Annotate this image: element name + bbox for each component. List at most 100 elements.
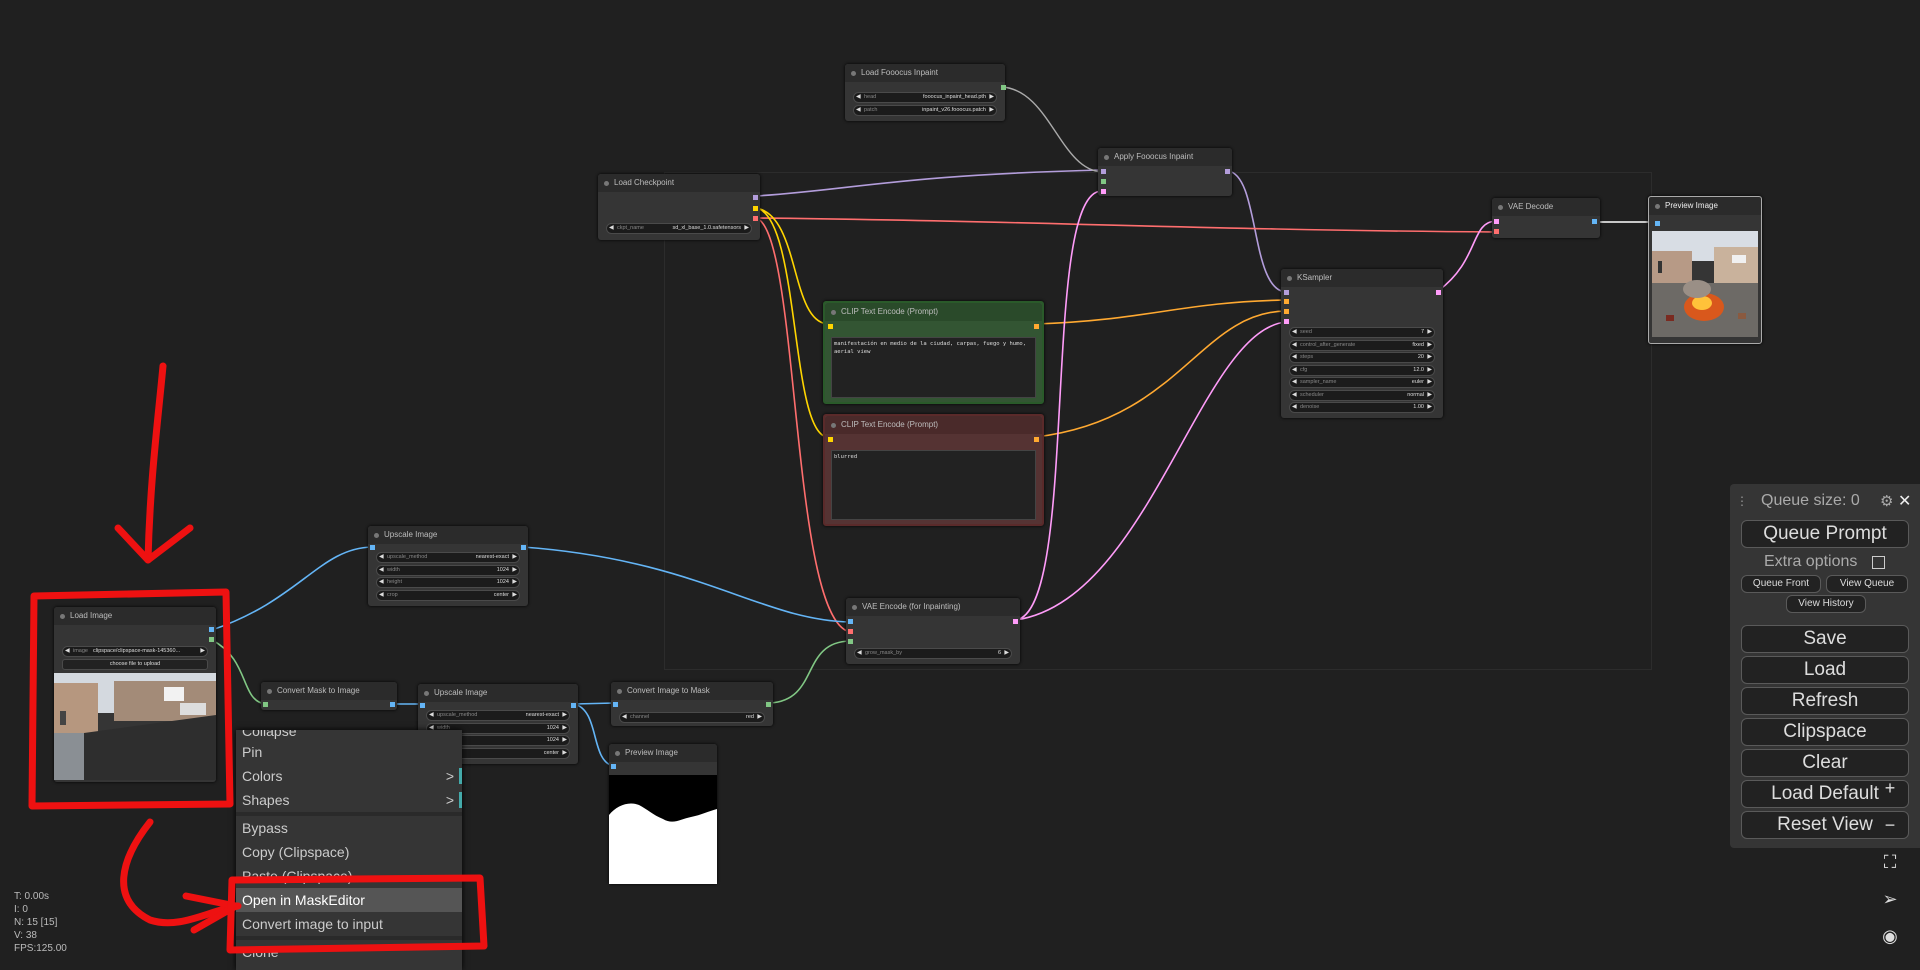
arrow-left-icon[interactable]: ◀ — [1292, 391, 1297, 400]
queue-prompt-button[interactable]: Queue Prompt — [1741, 520, 1909, 548]
arrow-left-icon[interactable]: ◀ — [856, 106, 861, 115]
menu-item-clone[interactable]: Clone — [236, 940, 462, 964]
output-port[interactable] — [209, 627, 214, 632]
input-port[interactable] — [828, 437, 833, 442]
input-port[interactable] — [1284, 319, 1289, 324]
patch-widget[interactable]: ◀ patch inpaint_v26.fooocus.patch ▶ — [853, 105, 997, 116]
menu-item-convert-image-to-input[interactable]: Convert image to input — [236, 912, 462, 936]
arrow-left-icon[interactable]: ◀ — [1292, 353, 1297, 362]
widget-crop[interactable]: ◀cropcenter▶ — [376, 589, 520, 601]
collapse-dot-icon[interactable] — [617, 689, 622, 694]
negative-prompt-textarea[interactable]: blurred — [831, 450, 1036, 520]
arrow-right-icon[interactable]: ▶ — [1427, 366, 1432, 375]
arrow-left-icon[interactable]: ◀ — [1292, 378, 1297, 387]
zoom-in-icon[interactable]: + — [1870, 771, 1910, 805]
send-arrow-icon[interactable]: ➢ — [1870, 882, 1910, 916]
arrow-left-icon[interactable]: ◀ — [1292, 328, 1297, 337]
arrow-left-icon[interactable]: ◀ — [65, 647, 70, 656]
output-port[interactable] — [766, 702, 771, 707]
collapse-dot-icon[interactable] — [1655, 204, 1660, 209]
arrow-right-icon[interactable]: ▶ — [989, 93, 994, 102]
positive-prompt-textarea[interactable]: manifestación en medio de la ciudad, car… — [831, 337, 1036, 398]
arrow-left-icon[interactable]: ◀ — [379, 578, 384, 587]
collapse-dot-icon[interactable] — [424, 691, 429, 696]
arrow-right-icon[interactable]: ▶ — [1427, 341, 1432, 350]
widget-upscale-method[interactable]: ◀ upscale_method nearest-exact ▶ — [376, 552, 520, 563]
input-port[interactable] — [1284, 290, 1289, 295]
input-port[interactable] — [1101, 169, 1106, 174]
arrow-left-icon[interactable]: ◀ — [856, 93, 861, 102]
menu-item-pin[interactable]: Pin — [236, 740, 462, 764]
grow-mask-by-widget[interactable]: ◀ grow_mask_by 6 ▶ — [854, 648, 1012, 659]
input-port[interactable] — [1494, 229, 1499, 234]
output-port[interactable] — [753, 195, 758, 200]
widget-cfg[interactable]: ◀ cfg 12.0 ▶ — [1289, 364, 1435, 376]
arrow-right-icon[interactable]: ▶ — [562, 711, 567, 720]
output-port[interactable] — [753, 206, 758, 211]
arrow-right-icon[interactable]: ▶ — [512, 566, 517, 575]
arrow-right-icon[interactable]: ▶ — [744, 224, 749, 233]
arrow-left-icon[interactable]: ◀ — [379, 553, 384, 562]
eye-icon[interactable]: ◉ — [1870, 919, 1910, 953]
arrow-right-icon[interactable]: ▶ — [1427, 353, 1432, 362]
collapse-dot-icon[interactable] — [604, 181, 609, 186]
refresh-button[interactable]: Refresh — [1741, 687, 1909, 715]
collapse-dot-icon[interactable] — [851, 71, 856, 76]
arrow-right-icon[interactable]: ▶ — [562, 749, 567, 758]
queue-front-button[interactable]: Queue Front — [1741, 575, 1821, 593]
arrow-right-icon[interactable]: ▶ — [562, 736, 567, 745]
widget-denoise[interactable]: ◀ denoise 1.00 ▶ — [1289, 402, 1435, 413]
input-port[interactable] — [848, 619, 853, 624]
menu-item-collapse[interactable]: Collapse — [236, 730, 462, 740]
node-vae-encode-inpainting[interactable]: VAE Encode (for Inpainting) ◀ grow_mask_b… — [846, 598, 1020, 664]
arrow-right-icon[interactable]: ▶ — [512, 578, 517, 587]
clipspace-button[interactable]: Clipspace — [1741, 718, 1909, 746]
widget-seed[interactable]: ◀ seed 7 ▶ — [1289, 327, 1435, 338]
output-port[interactable] — [521, 545, 526, 550]
arrow-right-icon[interactable]: ▶ — [1427, 391, 1432, 400]
arrow-right-icon[interactable]: ▶ — [1004, 649, 1009, 658]
widget-sampler-name[interactable]: ◀ sampler_name euler ▶ — [1289, 377, 1435, 388]
node-preview-image-mask[interactable]: Preview Image — [609, 744, 717, 884]
arrow-right-icon[interactable]: ▶ — [200, 647, 205, 656]
image-select-widget[interactable]: ◀ image clipspace/clipspace-mask-145360...… — [62, 646, 208, 657]
collapse-dot-icon[interactable] — [267, 689, 272, 694]
arrow-right-icon[interactable]: ▶ — [512, 553, 517, 562]
arrow-left-icon[interactable]: ◀ — [429, 711, 434, 720]
menu-item-bypass[interactable]: Bypass — [236, 816, 462, 840]
arrow-right-icon[interactable]: ▶ — [562, 724, 567, 733]
arrow-right-icon[interactable]: ▶ — [1427, 378, 1432, 387]
node-graph-canvas[interactable]: Load Fooocus Inpaint ◀ head fooocus_inpain… — [0, 0, 1920, 970]
input-port[interactable] — [370, 545, 375, 550]
menu-item-paste-clipspace[interactable]: Paste (Clipspace) — [236, 864, 462, 888]
menu-item-shapes[interactable]: Shapes > — [236, 788, 462, 812]
view-history-button[interactable]: View History — [1786, 595, 1866, 613]
widget-scheduler[interactable]: ◀ scheduler normal ▶ — [1289, 389, 1435, 401]
view-queue-button[interactable]: View Queue — [1826, 575, 1908, 593]
node-load-fooocus-inpaint[interactable]: Load Fooocus Inpaint ◀ head fooocus_inpain… — [845, 64, 1006, 121]
output-port[interactable] — [1436, 290, 1441, 295]
arrow-left-icon[interactable]: ◀ — [1292, 403, 1297, 412]
input-port[interactable] — [1284, 299, 1289, 304]
output-port[interactable] — [753, 216, 758, 221]
node-clip-text-encode-positive[interactable]: CLIP Text Encode (Prompt) manifestación … — [823, 301, 1044, 404]
input-port[interactable] — [420, 703, 425, 708]
settings-gear-icon[interactable]: ⚙ — [1880, 492, 1893, 510]
input-port[interactable] — [1655, 221, 1660, 226]
arrow-left-icon[interactable]: ◀ — [1292, 366, 1297, 375]
menu-item-colors[interactable]: Colors > — [236, 764, 462, 788]
node-preview-image-output[interactable]: Preview Image — [1648, 196, 1762, 344]
extra-options-checkbox[interactable] — [1872, 556, 1885, 569]
output-port[interactable] — [209, 637, 214, 642]
collapse-dot-icon[interactable] — [60, 614, 65, 619]
node-upscale-image[interactable]: Upscale Image ◀ upscale_method nearest-exa… — [368, 526, 528, 606]
arrow-left-icon[interactable]: ◀ — [379, 591, 384, 600]
node-load-image[interactable]: Load Image ◀ image clipspace/clipspace-mas… — [54, 607, 216, 782]
arrow-right-icon[interactable]: ▶ — [989, 106, 994, 115]
widget-width[interactable]: ◀ width 1024 ▶ — [376, 564, 520, 576]
arrow-right-icon[interactable]: ▶ — [1427, 403, 1432, 412]
node-convert-mask-to-image[interactable]: Convert Mask to Image — [261, 682, 397, 710]
fit-view-icon[interactable]: ⛶ — [1870, 845, 1910, 879]
arrow-right-icon[interactable]: ▶ — [1427, 328, 1432, 337]
output-port[interactable] — [1225, 169, 1230, 174]
